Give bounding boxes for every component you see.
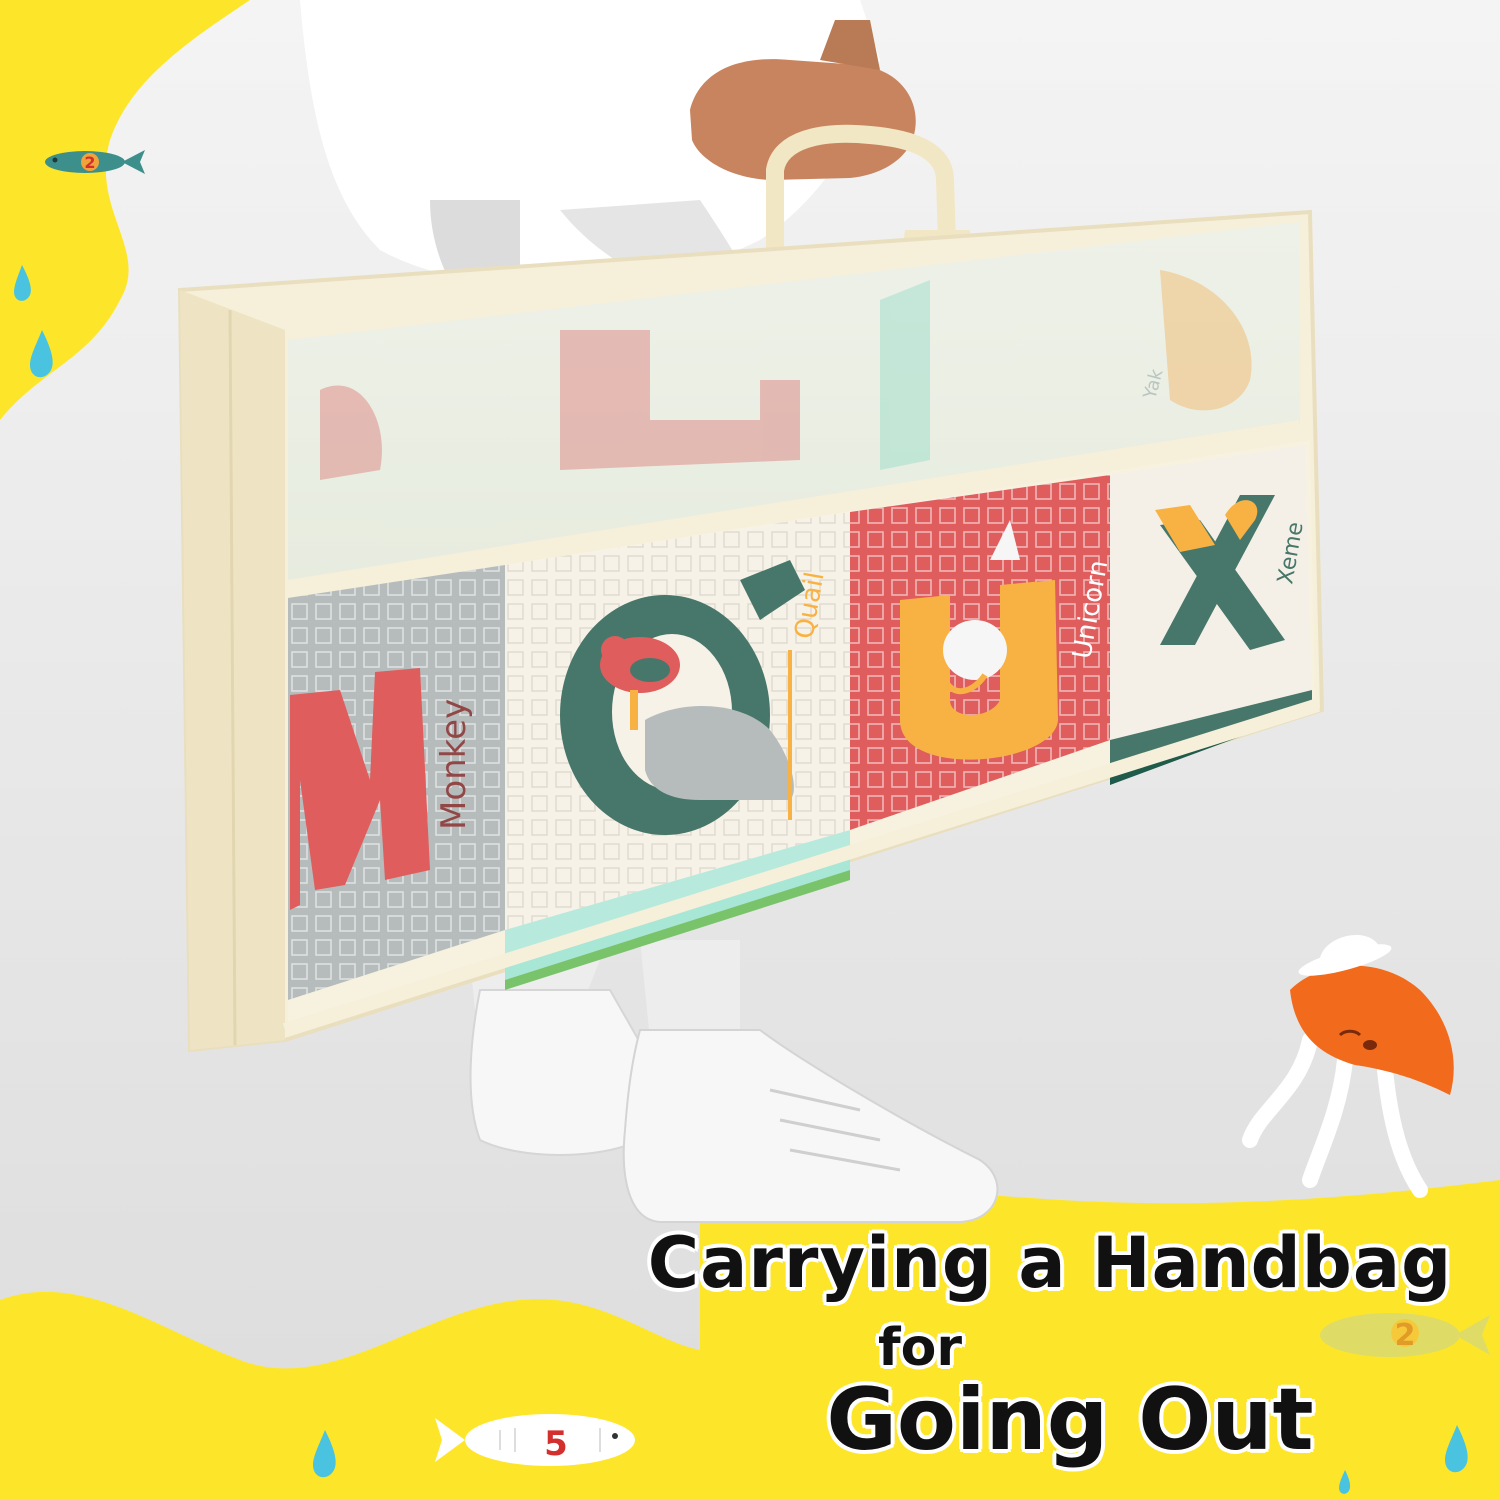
fish-number-right: 2 <box>1395 1318 1416 1353</box>
headline-line-1: Carrying a Handbag <box>647 1222 1453 1304</box>
hand <box>690 59 916 181</box>
fish-number-top-left: 2 <box>84 153 95 172</box>
headline-line-2: for <box>878 1318 962 1378</box>
headline-line-3: Going Out <box>826 1370 1314 1470</box>
fish-number-bottom: 5 <box>544 1424 568 1464</box>
